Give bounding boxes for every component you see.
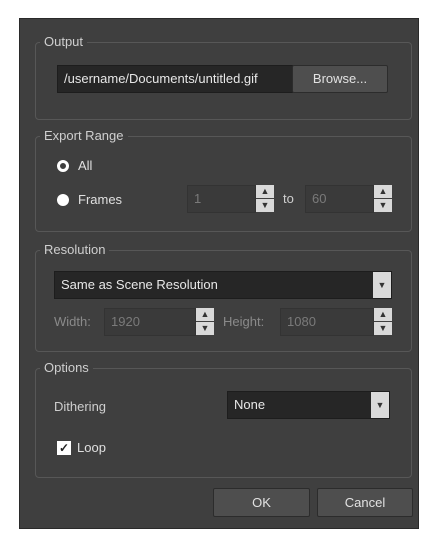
frames-to-field[interactable]: 60 [305,185,374,213]
export-range-group: Export Range All Frames 1 ▲ ▼ to 60 ▲ ▼ [35,136,412,232]
resolution-combo[interactable]: Same as Scene Resolution ▼ [54,271,392,299]
height-field[interactable]: 1080 [280,308,374,336]
all-radio[interactable] [57,160,69,172]
loop-label: Loop [77,440,106,456]
triangle-down-icon[interactable]: ▼ [196,322,214,335]
triangle-down-icon[interactable]: ▼ [371,392,389,418]
output-group: Output /username/Documents/untitled.gif … [35,42,412,120]
check-icon: ✓ [59,441,69,455]
triangle-up-icon[interactable]: ▲ [374,308,392,321]
resolution-legend: Resolution [40,242,109,258]
dithering-combo-value: None [234,397,265,412]
export-gif-dialog: Output /username/Documents/untitled.gif … [19,18,419,529]
loop-checkbox[interactable]: ✓ [57,441,71,455]
triangle-down-icon[interactable]: ▼ [374,322,392,335]
frames-from-spinner[interactable]: ▲ ▼ [256,185,274,213]
dithering-combo[interactable]: None ▼ [227,391,390,419]
all-radio-label: All [78,158,92,174]
triangle-up-icon[interactable]: ▲ [256,185,274,198]
height-spinner[interactable]: ▲ ▼ [374,308,392,336]
triangle-up-icon[interactable]: ▲ [374,185,392,198]
to-label: to [283,191,294,207]
triangle-down-icon[interactable]: ▼ [256,199,274,212]
output-legend: Output [40,34,87,50]
frames-from-field[interactable]: 1 [187,185,256,213]
browse-button[interactable]: Browse... [292,65,388,93]
frames-radio[interactable] [57,194,69,206]
width-spinner[interactable]: ▲ ▼ [196,308,214,336]
ok-button[interactable]: OK [213,488,310,517]
triangle-down-icon[interactable]: ▼ [373,272,391,298]
width-label: Width: [54,314,91,330]
frames-radio-label: Frames [78,192,122,208]
triangle-up-icon[interactable]: ▲ [196,308,214,321]
export-range-legend: Export Range [40,128,128,144]
dithering-label: Dithering [54,399,106,415]
resolution-combo-value: Same as Scene Resolution [61,277,218,292]
frames-to-spinner[interactable]: ▲ ▼ [374,185,392,213]
height-label: Height: [223,314,264,330]
resolution-group: Resolution Same as Scene Resolution ▼ Wi… [35,250,412,352]
output-path-field[interactable]: /username/Documents/untitled.gif [57,65,293,93]
triangle-down-icon[interactable]: ▼ [374,199,392,212]
width-field[interactable]: 1920 [104,308,196,336]
options-legend: Options [40,360,93,376]
cancel-button[interactable]: Cancel [317,488,413,517]
options-group: Options Dithering None ▼ ✓ Loop [35,368,412,478]
